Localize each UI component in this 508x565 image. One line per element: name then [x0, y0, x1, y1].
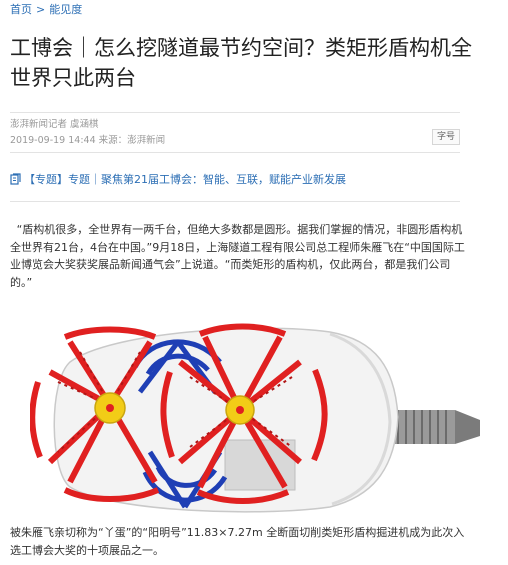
breadcrumb-separator: > — [36, 3, 46, 16]
topic-title: 专题｜聚焦第21届工博会：智能、互联，赋能产业新发展 — [68, 173, 346, 186]
divider — [10, 201, 460, 202]
date-source-line: 2019-09-19 14:44 来源：澎湃新闻 — [10, 135, 166, 146]
page-title: 工博会｜怎么挖隧道最节约空间？类矩形盾构机全世界只此两台 — [10, 36, 472, 90]
photo-caption: 被朱雁飞亲切称为“丫蛋”的“阳明号”11.83×7.27m 全断面切削类矩形盾构… — [10, 526, 465, 557]
breadcrumb: 首页 > 能见度 — [10, 3, 82, 17]
breadcrumb-section-link[interactable]: 能见度 — [49, 3, 82, 16]
tunnel-boring-machine-photo — [29, 322, 480, 517]
divider — [10, 112, 460, 113]
breadcrumb-home-link[interactable]: 首页 — [10, 3, 32, 16]
topic-icon — [10, 173, 22, 189]
topic-prefix: 【专题】 — [24, 173, 68, 186]
topic-link[interactable]: 【专题】专题｜聚焦第21届工博会：智能、互联，赋能产业新发展 — [10, 173, 346, 189]
article-paragraph: “盾构机很多，全世界有一两千台，但绝大多数都是圆形。据我们掌握的情况，非圆形盾构… — [10, 223, 465, 289]
font-size-button[interactable]: 字号 — [432, 129, 460, 145]
author-line: 澎湃新闻记者 虞涵棋 — [10, 119, 99, 130]
divider — [10, 152, 460, 153]
